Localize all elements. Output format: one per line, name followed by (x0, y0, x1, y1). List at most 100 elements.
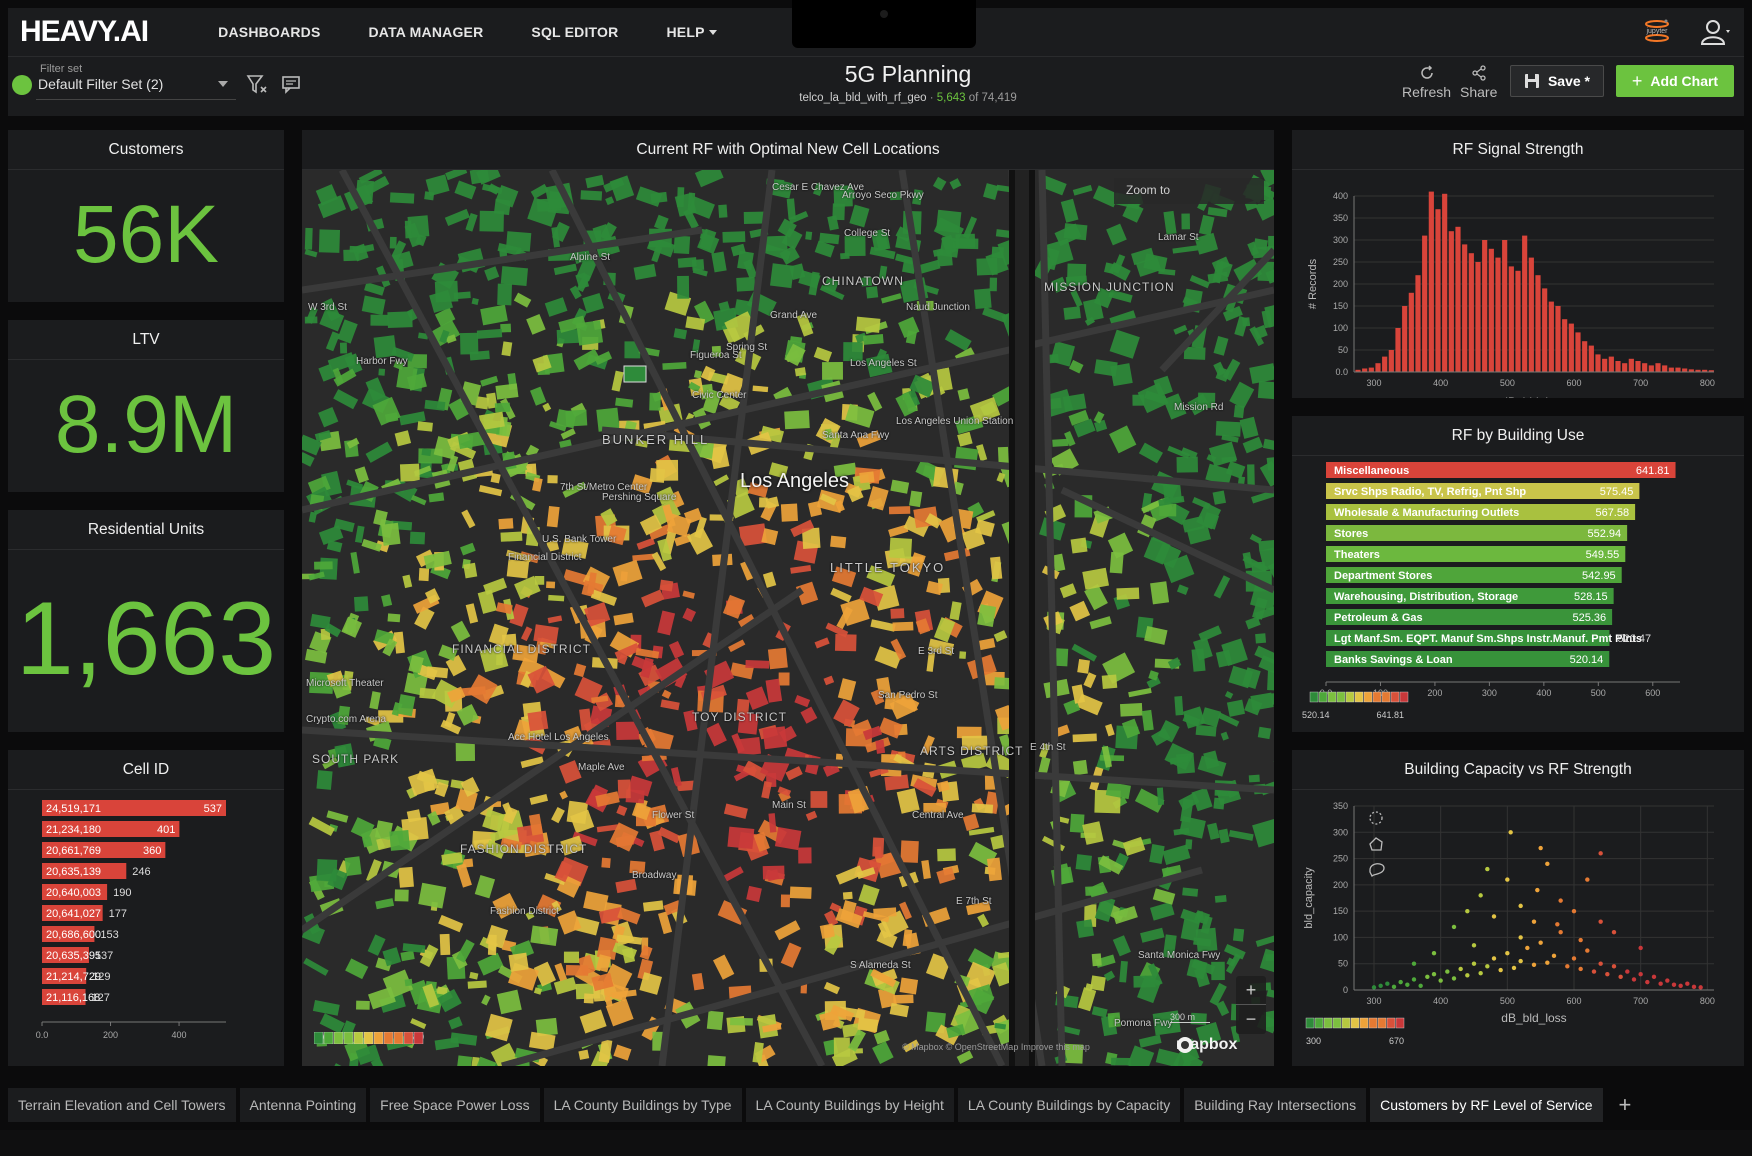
refresh-button[interactable]: Refresh (1402, 65, 1451, 100)
histogram-bar (1675, 367, 1681, 372)
building-use-label: Srvc Shps Radio, TV, Refrig, Pnt Shp (1334, 486, 1526, 498)
nav-sql-editor[interactable]: SQL EDITOR (531, 24, 618, 40)
nav-dashboards[interactable]: DASHBOARDS (218, 24, 320, 40)
building-footprint (1181, 213, 1191, 230)
y-tick-label: 300 (1333, 235, 1348, 245)
rf-building-panel[interactable]: RF by Building Use Miscellaneous 641.81 Sr… (1292, 416, 1744, 732)
cell-id-value: 127 (92, 992, 110, 1004)
building-use-value: 520.47 (1617, 633, 1651, 645)
scatter-point (1658, 981, 1663, 986)
add-chart-button[interactable]: + Add Chart (1616, 65, 1734, 97)
tab-buildings-by-capacity[interactable]: LA County Buildings by Capacity (957, 1088, 1181, 1122)
building-footprint (1257, 381, 1274, 400)
tab-building-ray-intersections[interactable]: Building Ray Intersections (1184, 1088, 1367, 1122)
map-attribution[interactable]: © Mapbox © OpenStreetMap Improve this ma… (902, 1042, 1090, 1052)
zoom-in-button[interactable]: + (1236, 976, 1266, 1004)
histogram-bar (1382, 356, 1388, 372)
cell-id-value: 190 (113, 887, 131, 899)
building-footprint (339, 342, 348, 354)
map-canvas[interactable] (302, 170, 1274, 1066)
rf-signal-panel[interactable]: RF Signal Strength 0.0 50 100 150 200 250 300 3… (1292, 130, 1744, 409)
filter-status-dot (12, 75, 32, 95)
building-footprint (1183, 346, 1206, 360)
building-footprint (1072, 733, 1097, 743)
rf-building-bar-chart[interactable]: Miscellaneous 641.81 Srvc Shps Radio, TV, … (1292, 456, 1744, 732)
kpi-residential-units[interactable]: Residential Units 1,663 (8, 510, 284, 732)
scatter-point (1505, 877, 1510, 882)
kpi-title: Customers (8, 130, 284, 170)
building-use-value: 575.45 (1600, 486, 1634, 498)
kpi-customers[interactable]: Customers 56K (8, 130, 284, 302)
tab-buildings-by-type[interactable]: LA County Buildings by Type (543, 1088, 742, 1122)
map-label: Santa Ana Fwy (822, 430, 890, 441)
nav-help[interactable]: HELP (666, 24, 717, 40)
histogram-bar (1595, 354, 1601, 372)
scatter-point (1538, 845, 1543, 851)
legend-swatch (353, 1032, 364, 1044)
add-tab-button[interactable]: + (1607, 1088, 1644, 1122)
tab-buildings-by-height[interactable]: LA County Buildings by Height (745, 1088, 954, 1122)
tab-customers-by-rf[interactable]: Customers by RF Level of Service (1370, 1088, 1603, 1122)
building-footprint (955, 233, 976, 249)
lasso-freehand-icon (1369, 863, 1385, 878)
map-legend: 300 670 (314, 1032, 424, 1044)
capacity-scatter-plot[interactable]: 0 50 100 150 200 250 300 350 300 400 500 600 700 800 d… (1292, 790, 1744, 1066)
building-use-value: 520.14 (1570, 654, 1604, 666)
jupyter-icon[interactable]: jupyter (1642, 18, 1672, 44)
legend-swatch (1318, 691, 1328, 703)
nav-data-manager[interactable]: DATA MANAGER (369, 24, 484, 40)
zoom-to-button[interactable]: Zoom to (1114, 178, 1264, 204)
cell-id-chart-panel[interactable]: Cell ID 24,519,171 537 21,234,180 401 20,661… (8, 750, 284, 1066)
building-footprint (736, 276, 756, 292)
legend-max: 670 (1389, 1036, 1404, 1046)
tab-free-space-power-loss[interactable]: Free Space Power Loss (370, 1088, 540, 1122)
rf-signal-histogram[interactable]: 0.0 50 100 150 200 250 300 350 400 300 400 500 600 70… (1292, 170, 1744, 409)
filter-clear-icon[interactable] (246, 73, 268, 95)
tab-antenna-pointing[interactable]: Antenna Pointing (239, 1088, 367, 1122)
map-label: Lamar St (1158, 232, 1199, 243)
scatter-point (1425, 974, 1430, 980)
building-footprint (1110, 363, 1133, 387)
scatter-point (1551, 953, 1557, 959)
building-footprint (830, 535, 847, 549)
building-footprint (404, 220, 412, 239)
app-logo[interactable]: HEAVY.AI (20, 15, 149, 49)
building-footprint (418, 882, 447, 909)
map-label: TOY DISTRICT (692, 710, 787, 724)
filter-set-selector[interactable]: Filter set Default Filter Set (2) (8, 57, 236, 103)
y-tick-label: 100 (1333, 932, 1348, 942)
legend-swatch (1345, 691, 1355, 703)
tab-terrain-elevation[interactable]: Terrain Elevation and Cell Towers (8, 1088, 236, 1122)
capacity-panel[interactable]: Building Capacity vs RF Strength 0 50 100 1… (1292, 750, 1744, 1066)
histogram-bar (1555, 306, 1561, 372)
dashboard-title-block: 5G Planning telco_la_bld_with_rf_geo · 5… (628, 61, 1188, 104)
comment-icon[interactable] (280, 73, 302, 95)
zoom-out-button[interactable]: − (1236, 1004, 1266, 1033)
map-label: San Pedro St (878, 690, 938, 701)
legend-swatch (1390, 691, 1400, 703)
building-use-label: Theaters (1334, 549, 1380, 561)
scatter-point (1558, 929, 1563, 935)
building-footprint (888, 506, 911, 515)
scatter-point (1491, 914, 1497, 919)
map-zoom-control[interactable]: + − (1236, 976, 1266, 1034)
histogram-bar (1508, 266, 1514, 372)
rf-map[interactable]: Los Angeles BUNKER HILL LITTLE TOKYO FIN… (302, 170, 1274, 1066)
y-tick-label: 350 (1333, 213, 1348, 223)
legend-swatch (1381, 691, 1391, 703)
chevron-down-icon (708, 29, 717, 35)
save-button[interactable]: Save * (1510, 65, 1604, 97)
y-tick-label: 150 (1333, 906, 1348, 916)
share-button[interactable]: Share (1460, 65, 1497, 100)
cell-id-label: 24,519,171 (46, 803, 101, 815)
kpi-ltv[interactable]: LTV 8.9M (8, 320, 284, 492)
building-footprint (762, 865, 785, 880)
scatter-point (1478, 893, 1483, 898)
building-footprint (1077, 659, 1090, 674)
dashboard-title[interactable]: 5G Planning (628, 61, 1188, 88)
scatter-point (1598, 851, 1603, 856)
user-icon[interactable] (1700, 18, 1730, 46)
mapbox-logo[interactable]: mapbox (1176, 1036, 1237, 1054)
building-footprint (727, 826, 755, 850)
histogram-bar (1682, 368, 1688, 372)
